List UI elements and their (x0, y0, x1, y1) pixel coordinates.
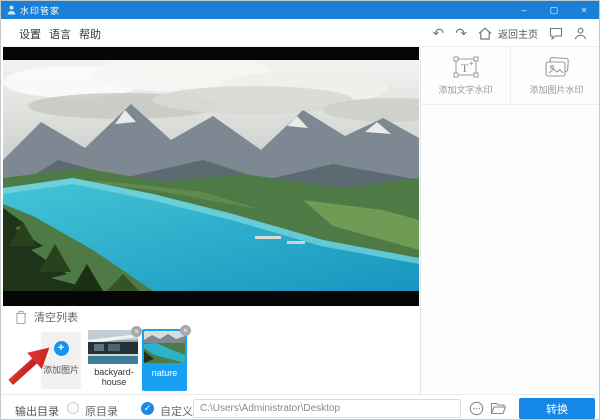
clear-list-row: 清空列表 (1, 306, 419, 327)
maximize-button[interactable]: ▢ (539, 1, 569, 19)
watermark-panel: T + 添加文字水印 添加图片水印 (420, 47, 599, 419)
image-watermark-label: 添加图片水印 (529, 84, 584, 95)
thumbnail-backyard-house[interactable]: × backyard-house (88, 326, 142, 388)
clear-list-button[interactable]: 清空列表 (34, 309, 78, 325)
menu-settings[interactable]: 设置 (19, 26, 41, 42)
home-icon[interactable] (478, 26, 492, 40)
add-image-watermark-button[interactable]: 添加图片水印 (512, 47, 599, 105)
window-controls: – ▢ × (509, 1, 599, 19)
custom-dir-label[interactable]: 自定义 (160, 403, 193, 419)
original-dir-radio[interactable] (67, 402, 79, 414)
plus-icon: + (53, 341, 69, 356)
output-dir-label: 输出目录 (15, 406, 59, 418)
custom-dir-radio-checked[interactable]: ✓ (141, 402, 154, 415)
app-logo-icon (7, 5, 16, 15)
preview-canvas[interactable] (3, 47, 419, 306)
app-title: 水印管家 (20, 5, 61, 16)
preview-image (3, 60, 419, 291)
undo-icon[interactable]: ↶ (433, 26, 445, 40)
app-window: 水印管家 – ▢ × 设置 语言 帮助 ↶ ↷ 返回主页 T + 添加文字水印 … (0, 0, 600, 420)
output-bar: 输出目录 原目录 ✓ 自定义 转换 (1, 394, 599, 419)
add-text-watermark-button[interactable]: T + 添加文字水印 (421, 47, 511, 105)
menu-language[interactable]: 语言 (49, 26, 71, 42)
titlebar: 水印管家 – ▢ × (1, 1, 599, 19)
image-watermark-icon (544, 56, 569, 77)
svg-text:T: T (461, 61, 469, 75)
toolbar-right: ↶ ↷ 返回主页 (433, 19, 587, 47)
image-list: + 添加图片 × backyard-house × nature (1, 325, 419, 394)
minimize-button[interactable]: – (509, 1, 539, 19)
remove-thumbnail-icon[interactable]: × (131, 326, 142, 337)
menu-help[interactable]: 帮助 (79, 26, 101, 42)
nature-image (144, 331, 185, 363)
svg-text:+: + (469, 59, 474, 68)
more-options-icon[interactable] (469, 401, 484, 419)
original-dir-label[interactable]: 原目录 (85, 403, 118, 419)
add-image-label: 添加图片 (42, 365, 79, 375)
add-image-button[interactable]: + 添加图片 (41, 332, 81, 389)
thumbnail-nature-selected[interactable]: × nature (142, 325, 191, 391)
backyard-house-image (88, 330, 138, 364)
close-button[interactable]: × (569, 1, 599, 19)
return-home-button[interactable]: 返回主页 (498, 26, 538, 41)
remove-thumbnail-icon[interactable]: × (180, 325, 191, 336)
user-account-icon[interactable] (574, 27, 587, 40)
redo-icon[interactable]: ↷ (455, 26, 467, 40)
output-path-input[interactable] (193, 399, 461, 418)
thumbnail-label: nature (151, 368, 178, 378)
text-watermark-icon: T + (453, 56, 478, 77)
text-watermark-label: 添加文字水印 (438, 84, 493, 95)
thumbnail-label: backyard-house (94, 367, 134, 388)
browse-folder-icon[interactable] (490, 401, 507, 419)
feedback-chat-icon[interactable] (549, 27, 563, 40)
menubar: 设置 语言 帮助 ↶ ↷ 返回主页 (1, 19, 599, 47)
trash-icon[interactable] (15, 310, 27, 324)
convert-button[interactable]: 转换 (519, 398, 595, 419)
